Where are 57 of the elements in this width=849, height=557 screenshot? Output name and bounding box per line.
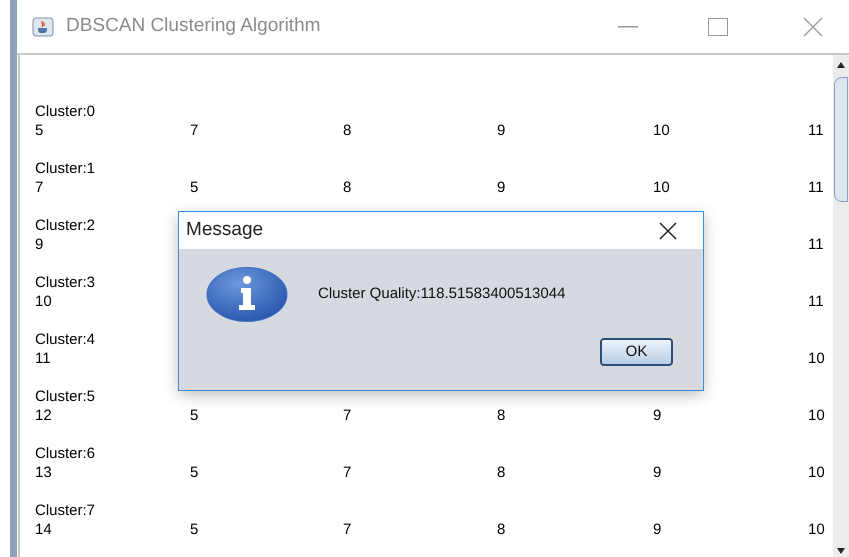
cluster-label: Cluster:6 [35,444,96,463]
cluster-value: 7 [343,407,352,424]
cluster-value: 5 [190,464,198,481]
cluster-value: 11 [808,179,824,196]
cluster-value: 14 [35,521,52,538]
cluster-value: 9 [653,407,662,424]
cluster-label: Cluster:5 [35,387,96,406]
cluster-value: 8 [497,407,506,424]
ok-button[interactable]: OK [600,338,673,366]
scroll-up-icon[interactable] [836,61,846,69]
cluster-value: 10 [653,122,670,139]
cluster-value: 9 [497,122,506,139]
cluster-value: 7 [190,122,198,139]
cluster-label: Cluster:4 [35,330,96,349]
cluster-value: 8 [343,122,352,139]
cluster-value: 10 [808,521,825,538]
cluster-value: 9 [497,179,506,196]
cluster-value: 9 [653,521,662,538]
cluster-value: 9 [35,236,44,253]
cluster-value: 13 [35,464,52,481]
cluster-label: Cluster:1 [35,159,96,178]
cluster-value: 8 [343,179,352,196]
cluster-value: 10 [808,464,825,481]
scrollbar[interactable] [833,55,849,557]
cluster-label: Cluster:2 [35,216,96,235]
cluster-value: 10 [35,293,52,310]
window-title: DBSCAN Clustering Algorithm [66,14,320,38]
cluster-label: Cluster:7 [35,501,96,520]
coffee-cup-icon [32,16,54,36]
scroll-thumb[interactable] [834,77,848,202]
cluster-value: 11 [35,350,51,367]
cluster-value: 10 [653,179,670,196]
cluster-value: 8 [497,464,506,481]
cluster-label: Cluster:0 [35,102,96,121]
cluster-value: 7 [35,179,44,196]
maximize-icon[interactable] [708,18,728,36]
cluster-label: Cluster:3 [35,273,96,292]
cluster-value: 8 [497,521,506,538]
minimize-icon[interactable] [618,26,638,28]
dialog-title: Message [186,218,264,242]
cluster-value: 10 [808,407,825,424]
cluster-value: 5 [190,179,198,196]
info-icon [206,267,288,322]
cluster-value: 7 [343,464,352,481]
dialog-message: Cluster Quality:118.51583400513044 [318,284,566,304]
cluster-value: 10 [808,350,825,367]
cluster-value: 11 [808,236,824,253]
cluster-value: 11 [808,122,824,139]
cluster-value: 5 [190,407,198,424]
cluster-value: 9 [653,464,662,481]
close-icon[interactable] [658,220,678,240]
cluster-value: 12 [35,407,52,424]
cluster-value: 5 [35,122,44,139]
scroll-down-icon[interactable] [836,547,846,555]
cluster-value: 5 [190,521,198,538]
cluster-value: 7 [343,521,352,538]
cluster-value: 11 [808,293,824,310]
